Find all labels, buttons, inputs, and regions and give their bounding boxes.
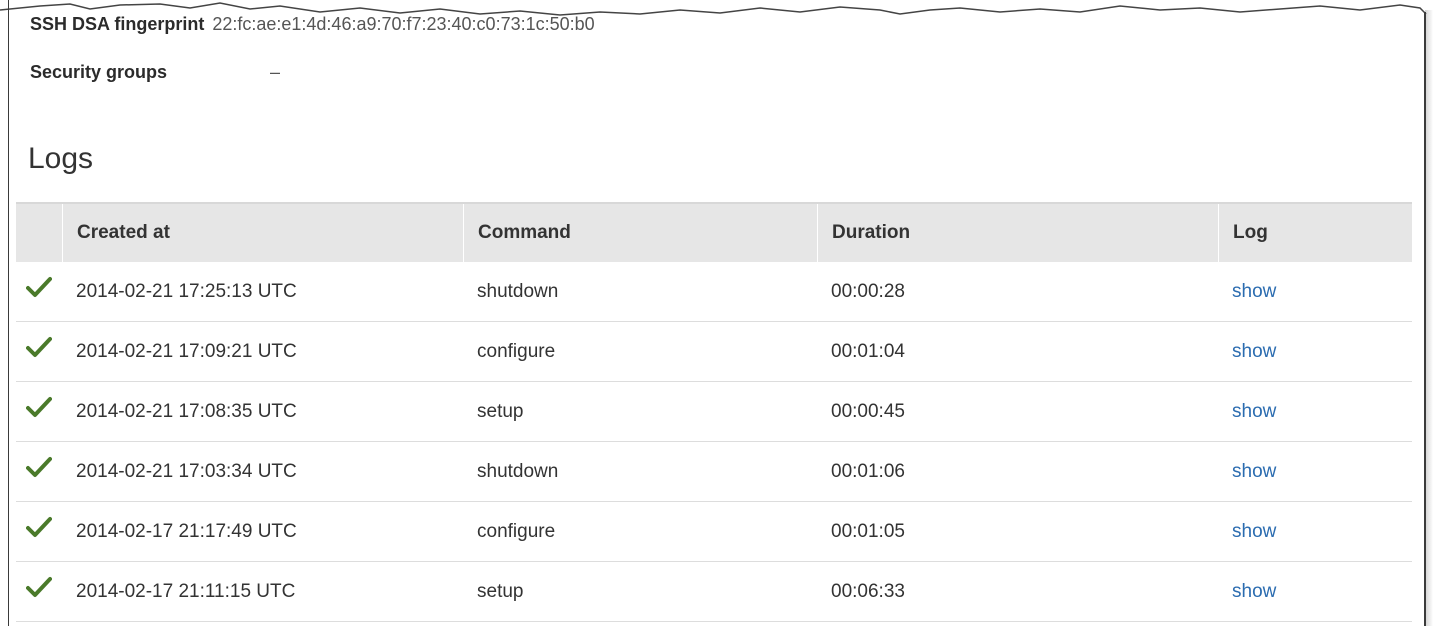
command-column-header: Command	[463, 204, 817, 262]
duration-cell: 00:01:05	[831, 520, 905, 542]
status-cell	[16, 262, 62, 321]
command-cell: configure	[477, 520, 556, 542]
ssh-dsa-fingerprint-row: SSH DSA fingerprint 22:fc:ae:e1:4d:46:a9…	[30, 14, 595, 35]
status-cell	[16, 442, 62, 501]
log-cell: show	[1218, 442, 1412, 501]
duration-cell: 00:01:06	[831, 460, 905, 482]
log-cell: show	[1218, 382, 1412, 441]
check-icon	[26, 576, 52, 597]
created-at-cell: 2014-02-21 17:09:21 UTC	[76, 340, 297, 362]
duration-cell: 00:00:45	[831, 400, 905, 422]
check-icon	[26, 516, 52, 537]
ssh-dsa-fingerprint-value: 22:fc:ae:e1:4d:46:a9:70:f7:23:40:c0:73:1…	[212, 14, 595, 34]
command-cell: setup	[477, 400, 524, 422]
command-cell: shutdown	[477, 460, 559, 482]
created-at-cell: 2014-02-21 17:08:35 UTC	[76, 400, 297, 422]
log-cell: show	[1218, 322, 1412, 381]
created-at-cell: 2014-02-17 21:11:15 UTC	[76, 580, 296, 602]
right-frame-border	[1424, 12, 1426, 626]
command-cell: setup	[477, 580, 524, 602]
right-frame-shadow	[1425, 10, 1433, 626]
logs-table-body: 2014-02-21 17:25:13 UTC shutdown 00:00:2…	[16, 262, 1412, 622]
command-cell: configure	[477, 340, 556, 362]
status-cell	[16, 562, 62, 621]
security-groups-value: –	[270, 62, 281, 82]
log-column-header: Log	[1218, 204, 1412, 262]
status-cell	[16, 382, 62, 441]
logs-table: Created at Command Duration Log 2014-02-…	[16, 202, 1412, 622]
left-frame-border	[8, 0, 9, 626]
check-icon	[26, 336, 52, 357]
log-cell: show	[1218, 502, 1412, 561]
logs-table-header: Created at Command Duration Log	[16, 202, 1412, 262]
created-at-cell: 2014-02-21 17:03:34 UTC	[76, 460, 297, 482]
table-row: 2014-02-21 17:09:21 UTC configure 00:01:…	[16, 322, 1412, 382]
check-icon	[26, 276, 52, 297]
check-icon	[26, 456, 52, 477]
status-cell	[16, 322, 62, 381]
instance-details-page: SSH DSA fingerprint 22:fc:ae:e1:4d:46:a9…	[0, 0, 1439, 626]
duration-column-header: Duration	[817, 204, 1218, 262]
check-icon	[26, 396, 52, 417]
show-log-link[interactable]: show	[1232, 281, 1276, 303]
ssh-dsa-fingerprint-label: SSH DSA fingerprint	[30, 14, 205, 34]
created-at-column-header: Created at	[62, 204, 463, 262]
duration-cell: 00:06:33	[831, 580, 905, 602]
created-at-cell: 2014-02-21 17:25:13 UTC	[76, 280, 297, 302]
status-column-header	[16, 204, 62, 262]
security-groups-label: Security groups	[30, 62, 168, 82]
show-log-link[interactable]: show	[1232, 461, 1276, 483]
log-cell: show	[1218, 562, 1412, 621]
table-row: 2014-02-17 21:11:15 UTC setup 00:06:33 s…	[16, 562, 1412, 622]
table-row: 2014-02-17 21:17:49 UTC configure 00:01:…	[16, 502, 1412, 562]
duration-cell: 00:00:28	[831, 280, 905, 302]
created-at-cell: 2014-02-17 21:17:49 UTC	[76, 520, 297, 542]
table-row: 2014-02-21 17:08:35 UTC setup 00:00:45 s…	[16, 382, 1412, 442]
show-log-link[interactable]: show	[1232, 341, 1276, 363]
show-log-link[interactable]: show	[1232, 521, 1276, 543]
duration-cell: 00:01:04	[831, 340, 905, 362]
status-cell	[16, 502, 62, 561]
command-cell: shutdown	[477, 280, 559, 302]
log-cell: show	[1218, 262, 1412, 321]
table-row: 2014-02-21 17:03:34 UTC shutdown 00:01:0…	[16, 442, 1412, 502]
show-log-link[interactable]: show	[1232, 581, 1276, 603]
table-row: 2014-02-21 17:25:13 UTC shutdown 00:00:2…	[16, 262, 1412, 322]
logs-heading: Logs	[28, 142, 94, 175]
security-groups-row: Security groups –	[30, 62, 280, 83]
show-log-link[interactable]: show	[1232, 401, 1276, 423]
